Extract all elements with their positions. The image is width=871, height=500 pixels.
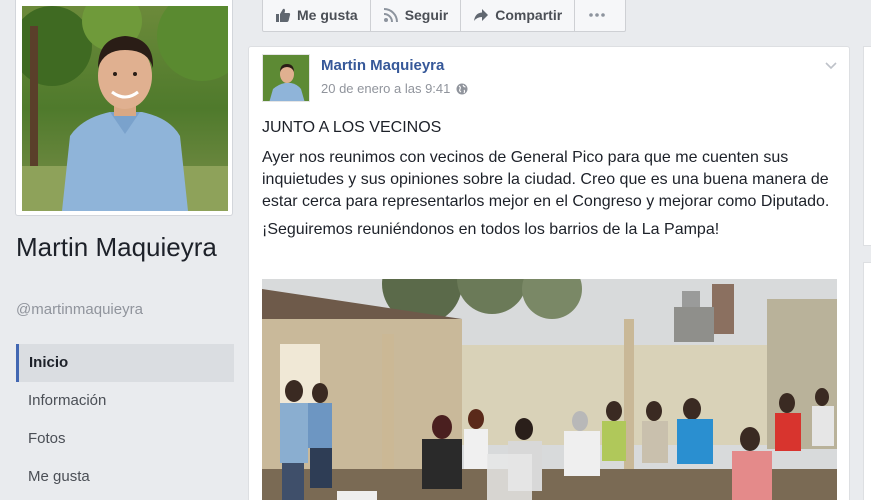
profile-picture[interactable] (22, 6, 228, 211)
share-button-label: Compartir (495, 7, 563, 23)
ellipsis-icon (589, 13, 605, 17)
page-handle[interactable]: @martinmaquieyra (16, 301, 143, 318)
right-column-card (863, 46, 871, 246)
post-paragraph: Ayer nos reunimos con vecinos de General… (262, 149, 830, 210)
like-page-button[interactable]: Me gusta (263, 0, 371, 31)
nav-item-inicio[interactable]: Inicio (16, 344, 234, 382)
like-button-label: Me gusta (297, 7, 358, 23)
nav-item-me-gusta[interactable]: Me gusta (16, 458, 234, 496)
post-author-avatar[interactable] (262, 54, 310, 102)
right-column-card (863, 262, 871, 500)
page-navigation: Inicio Información Fotos Me gusta (16, 344, 234, 496)
post-heading: JUNTO A LOS VECINOS (262, 119, 442, 136)
follow-button-label: Seguir (404, 7, 449, 23)
post-body: JUNTO A LOS VECINOS Ayer nos reunimos co… (262, 117, 837, 247)
nav-item-informacion[interactable]: Información (16, 382, 234, 420)
share-page-button[interactable]: Compartir (461, 0, 576, 31)
page-action-bar: Me gusta Seguir Compartir (262, 0, 627, 32)
share-arrow-icon (474, 9, 489, 21)
rss-icon (383, 8, 398, 23)
post-options-chevron[interactable] (825, 57, 837, 75)
post-photo[interactable] (262, 279, 837, 500)
post-timestamp[interactable]: 20 de enero a las 9:41 (321, 81, 450, 96)
globe-icon[interactable] (456, 83, 468, 95)
left-column: Martin Maquieyra @martinmaquieyra Inicio… (0, 0, 248, 500)
nav-item-fotos[interactable]: Fotos (16, 420, 234, 458)
thumbs-up-icon (276, 8, 291, 22)
post-author-name[interactable]: Martin Maquieyra (321, 57, 444, 74)
profile-picture-frame (15, 0, 233, 216)
follow-page-button[interactable]: Seguir (371, 0, 462, 31)
post-meta: 20 de enero a las 9:41 (321, 81, 468, 96)
more-options-button[interactable] (575, 0, 625, 31)
post-card: Martin Maquieyra 20 de enero a las 9:41 … (248, 46, 850, 500)
page-title[interactable]: Martin Maquieyra (16, 232, 236, 263)
chevron-down-icon (825, 62, 837, 70)
post-closing: ¡Seguiremos reuniéndonos en todos los ba… (262, 221, 720, 238)
